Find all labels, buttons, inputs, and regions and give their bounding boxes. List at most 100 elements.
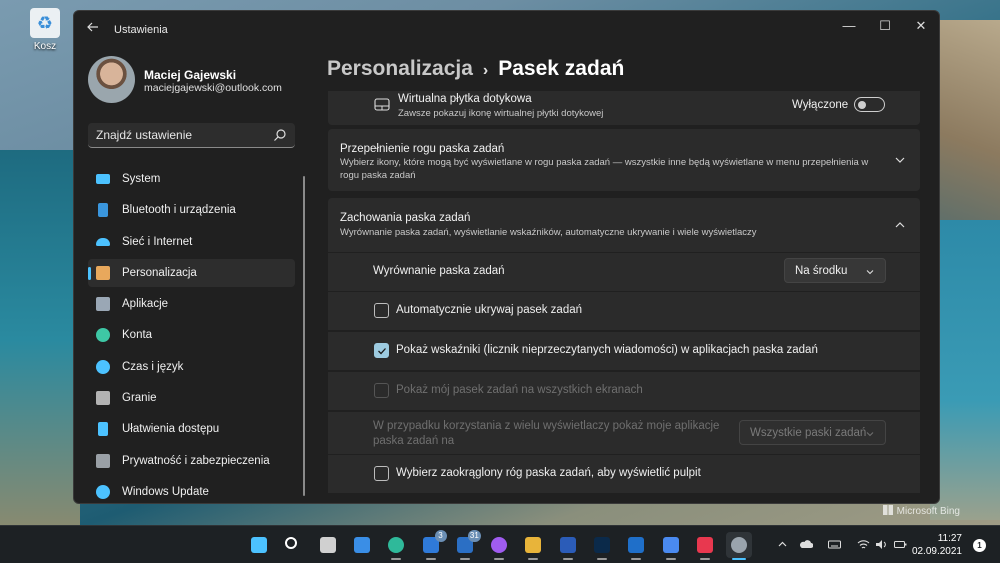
search-taskbar-button[interactable] [280,532,306,558]
sidebar-item-personalizacja[interactable]: Personalizacja [88,258,295,287]
task-view-taskbar-button[interactable] [315,532,341,558]
slack-icon [525,537,542,553]
settings-gear-taskbar-button[interactable] [726,532,753,560]
battery-icon[interactable] [894,538,907,551]
volume-icon[interactable] [875,538,888,551]
title-bar: Ustawienia — ☐ ✕ [74,11,939,47]
autohide-checkbox[interactable] [374,303,389,318]
all-displays-label: Pokaż mój pasek zadań na wszystkich ekra… [396,384,643,396]
wallpaper-rock-right [930,20,1000,220]
chevron-down-icon[interactable] [894,154,906,166]
behaviors-title: Zachowania paska zadań [340,212,471,224]
back-button[interactable] [84,20,102,38]
chevron-down-icon [866,432,874,437]
avatar[interactable] [88,56,135,103]
photoshop-taskbar-button[interactable] [589,532,615,560]
profile-name: Maciej Gajewski [144,68,237,82]
sidebar-item-prywatnosc-i-zabezpieczenia[interactable]: Prywatność i zabezpieczenia [88,447,295,475]
close-button[interactable]: ✕ [904,15,938,37]
corner-label: Wybierz zaokrąglony róg paska zadań, aby… [396,467,701,479]
running-indicator [699,558,710,560]
touchpad-toggle[interactable] [854,97,885,112]
badges-checkbox[interactable] [374,343,389,358]
running-indicator [494,558,505,560]
word-taskbar-button[interactable] [555,532,581,560]
sidebar-item-label: Personalizacja [122,266,197,279]
overflow-card[interactable]: Przepełnienie rogu paska zadań Wybierz i… [328,129,920,191]
sidebar-item-konta[interactable]: Konta [88,321,295,349]
clock-time[interactable]: 11:27 [938,533,962,544]
chevron-up-icon[interactable] [894,219,906,231]
app-title: Ustawienia [114,24,168,36]
breadcrumb-parent[interactable]: Personalizacja [327,57,473,80]
start-icon [251,537,267,553]
bing-watermark-text: Microsoft Bing [896,506,960,517]
search-icon[interactable] [273,128,287,142]
autohide-row[interactable]: Automatycznie ukrywaj pasek zadań [328,292,920,330]
task-view-icon [319,537,336,553]
translate-taskbar-button[interactable] [658,532,684,560]
arrow-left-icon [87,22,98,32]
sidebar-item-label: System [122,173,161,185]
recycle-bin-label: Kosz [33,41,57,52]
sidebar-item-label: Bluetooth i urządzenia [122,204,236,217]
multi-display-value: Wszystkie paski zadań [750,427,867,439]
translate-icon [662,537,679,553]
edge-taskbar-button[interactable] [383,532,409,560]
search-input[interactable] [88,123,268,147]
gamepad-icon [96,391,110,406]
multi-display-row: W przypadku korzystania z wielu wyświetl… [328,412,920,454]
multi-display-label-line1: W przypadku korzystania z wielu wyświetl… [373,420,720,432]
calendar-taskbar-button[interactable]: 31 [452,530,481,560]
bing-logo-icon [882,505,893,515]
minimize-button[interactable]: — [832,15,866,37]
behaviors-card[interactable]: Zachowania paska zadań Wyrównanie paska … [328,198,920,252]
search-box[interactable] [88,123,295,148]
running-indicator [562,558,573,560]
update-icon [96,484,110,499]
sidebar-item-bluetooth-i-urzadzenia[interactable]: Bluetooth i urządzenia [88,196,295,224]
page-title: Pasek zadań [498,57,625,80]
widgets-taskbar-button[interactable] [349,532,375,558]
messenger-taskbar-button[interactable] [486,532,512,560]
creative-cloud-taskbar-button[interactable] [692,532,718,560]
behaviors-desc: Wyrównanie paska zadań, wyświetlanie wsk… [340,227,757,238]
maximize-button[interactable]: ☐ [868,15,902,37]
alignment-dropdown[interactable]: Na środku [784,258,886,283]
close-icon: ✕ [915,18,927,33]
monitor-icon [96,174,110,184]
app-badge: 31 [467,530,481,542]
alignment-value: Na środku [795,265,848,277]
desktop-recycle-bin[interactable]: ♻ Kosz [28,8,62,52]
toggle-knob [858,100,866,109]
active-indicator [88,266,91,280]
sidebar-item-siec-i-internet[interactable]: Sieć i Internet [88,228,295,256]
chevron-up-icon[interactable] [776,538,789,551]
trello-taskbar-button[interactable] [623,532,649,560]
sidebar-item-windows-update[interactable]: Windows Update [88,478,295,503]
sidebar-item-label: Granie [122,392,157,405]
sidebar-scrollbar[interactable] [303,176,305,496]
keyboard-icon[interactable] [828,538,841,551]
sidebar-item-system[interactable]: System [88,165,295,193]
sidebar-nav: System Bluetooth i urządzenia Sieć i Inter… [88,165,295,503]
mail-taskbar-button[interactable]: 3 [418,530,447,560]
corner-row[interactable]: Wybierz zaokrąglony róg paska zadań, aby… [328,455,920,493]
recycle-bin-icon: ♻ [30,8,60,38]
sidebar-item-czas-i-jezyk[interactable]: Czas i język [88,353,295,381]
start-taskbar-button[interactable] [246,532,272,558]
sidebar-item-granie[interactable]: Granie [88,384,295,412]
onedrive-icon[interactable] [800,538,813,551]
sidebar-item-aplikacje[interactable]: Aplikacje [88,290,295,318]
slack-taskbar-button[interactable] [520,532,546,560]
bluetooth-icon [98,203,108,218]
notification-badge[interactable]: 1 [973,539,986,552]
accessibility-icon [98,422,108,437]
badges-row[interactable]: Pokaż wskaźniki (licznik nieprzeczytanyc… [328,332,920,370]
corner-checkbox[interactable] [374,466,389,481]
wifi-icon[interactable] [857,538,870,551]
app-badge: 3 [434,530,447,542]
sidebar-item-ulatwienia-dostepu[interactable]: Ułatwienia dostępu [88,415,295,443]
clock-date[interactable]: 02.09.2021 [912,546,962,557]
running-indicator [391,558,402,560]
